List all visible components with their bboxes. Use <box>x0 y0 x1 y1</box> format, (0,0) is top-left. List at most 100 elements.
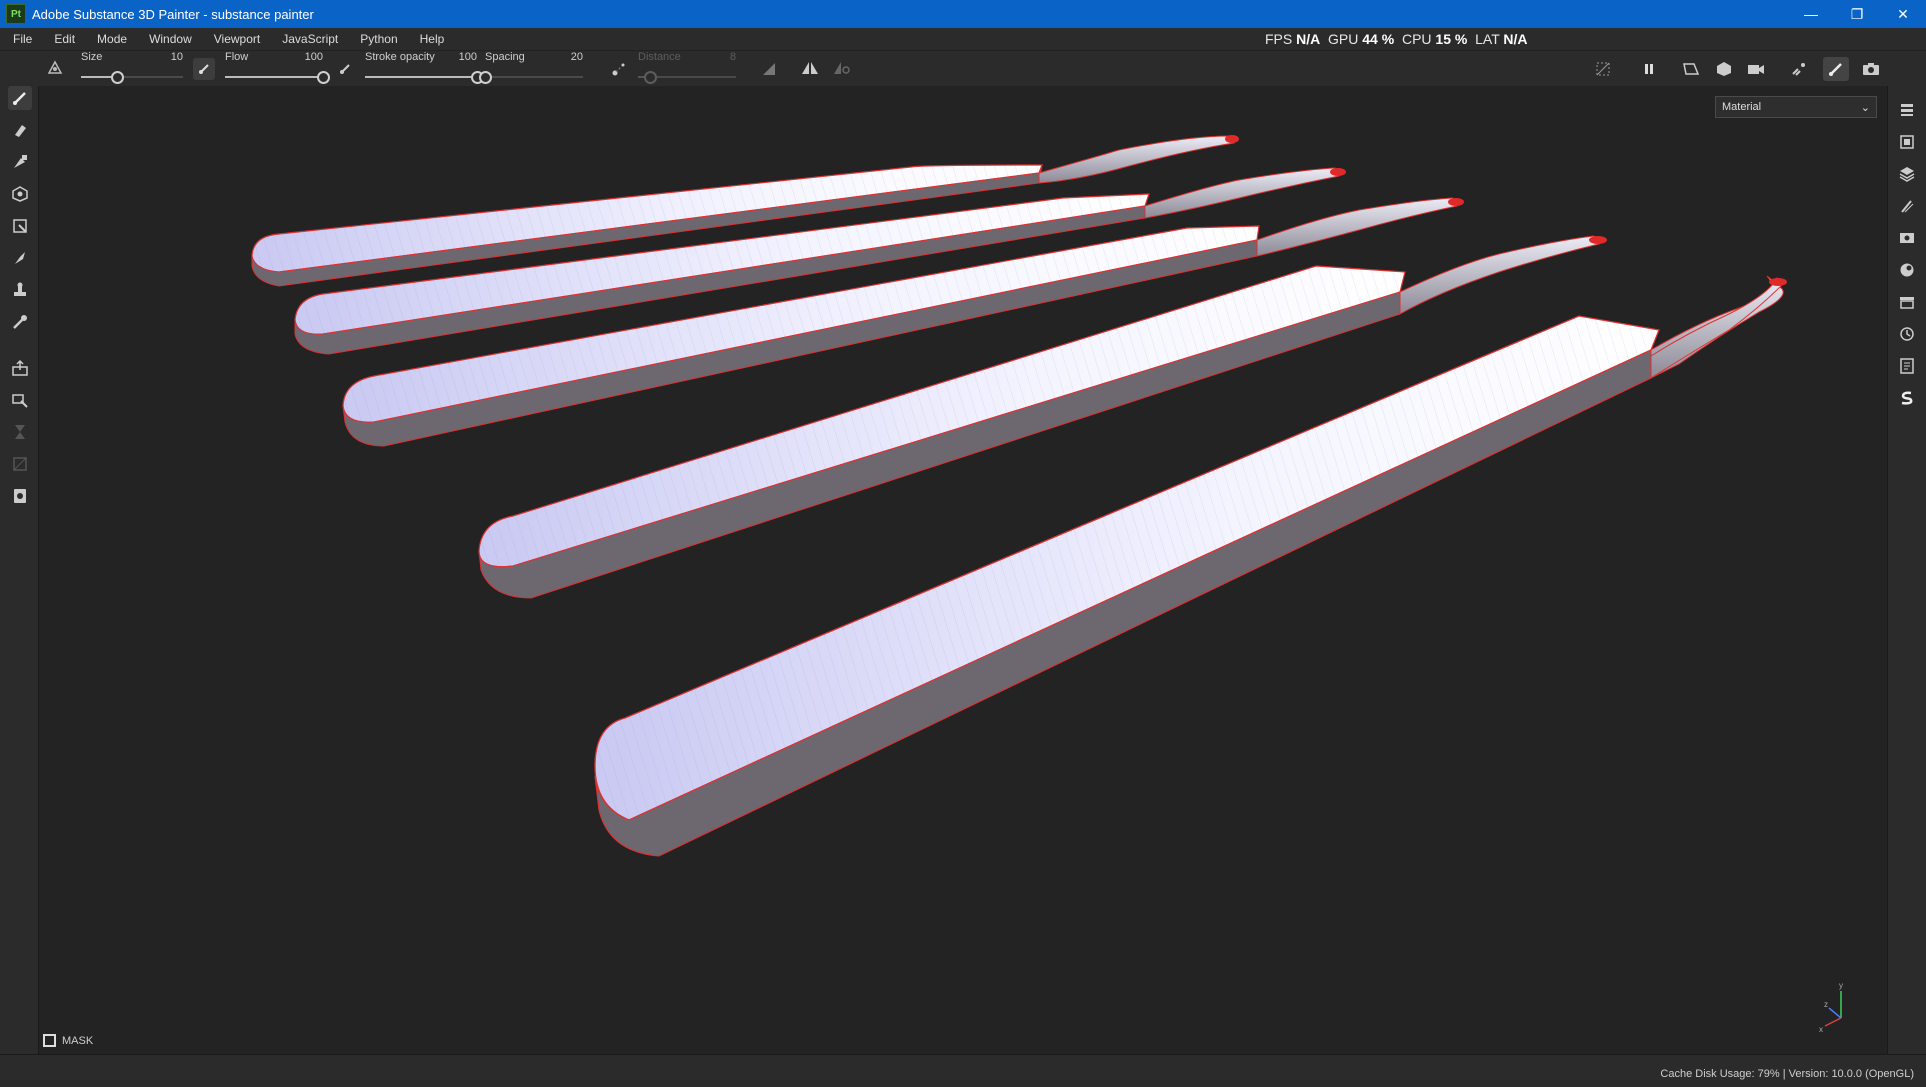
3d-viewport[interactable]: y x z Material ⌄ MASK <box>39 86 1887 1054</box>
distance-slider-handle <box>643 71 657 84</box>
geometry-fill-icon[interactable] <box>8 182 32 206</box>
layer-stack-icon[interactable] <box>1895 162 1919 186</box>
menu-help[interactable]: Help <box>409 28 456 50</box>
performance-readout: FPS N/A GPU 44 % CPU 15 % LAT N/A <box>1265 28 1528 50</box>
display-settings-icon[interactable] <box>1895 226 1919 250</box>
flow-slider-handle[interactable] <box>317 71 330 84</box>
fps-label: FPS <box>1265 31 1293 47</box>
color-picker-icon[interactable] <box>8 310 32 334</box>
distance-label: Distance <box>638 51 681 63</box>
viewport-channel-dropdown[interactable]: Material ⌄ <box>1715 96 1877 118</box>
properties-icon[interactable] <box>1895 194 1919 218</box>
disabled-tool-icon <box>8 452 32 476</box>
log-icon[interactable] <box>1895 354 1919 378</box>
mask-checkbox[interactable] <box>43 1034 56 1047</box>
screenshot-icon[interactable] <box>1860 58 1882 80</box>
restore-button[interactable]: ❐ <box>1834 0 1880 28</box>
menu-file[interactable]: File <box>0 28 43 50</box>
camera-icon[interactable] <box>1745 58 1767 80</box>
spacing-value: 20 <box>570 51 583 63</box>
tool-properties-bar: Size 10 Flow 100 Stroke opacity 100 Spac… <box>0 50 1926 88</box>
close-button[interactable]: ✕ <box>1880 0 1926 28</box>
version-label: Version: 10.0.0 (OpenGL) <box>1788 1068 1914 1080</box>
texture-set-icon[interactable] <box>1895 130 1919 154</box>
app-logo-icon: Pt <box>6 4 26 24</box>
2d-view-icon[interactable] <box>1680 58 1702 80</box>
size-slider[interactable]: Size 10 <box>81 51 183 87</box>
right-toolbar <box>1887 86 1926 1054</box>
menu-mode[interactable]: Mode <box>86 28 138 50</box>
flow-slider[interactable]: Flow 100 <box>225 51 330 87</box>
align-icon[interactable] <box>759 58 781 80</box>
menu-window[interactable]: Window <box>138 28 203 50</box>
substance-source-icon[interactable] <box>1895 386 1919 410</box>
cpu-label: CPU <box>1401 31 1432 47</box>
lat-label: LAT <box>1475 31 1500 47</box>
menu-bar: File Edit Mode Window Viewport JavaScrip… <box>0 28 1926 50</box>
stroke-opacity-slider[interactable]: Stroke opacity 100 <box>365 51 484 87</box>
gpu-value: 44 % <box>1362 31 1395 47</box>
shelf-icon[interactable] <box>1895 290 1919 314</box>
size-label: Size <box>81 51 103 63</box>
distance-value: 8 <box>729 51 736 63</box>
projection-icon[interactable] <box>8 150 32 174</box>
axis-y-label: y <box>1839 981 1843 990</box>
cpu-value: 15 % <box>1435 31 1468 47</box>
size-value: 10 <box>170 51 183 63</box>
menu-edit[interactable]: Edit <box>43 28 86 50</box>
pause-render-icon[interactable] <box>1638 58 1660 80</box>
shader-settings-icon[interactable] <box>1895 258 1919 282</box>
symmetry-icon[interactable] <box>799 57 821 79</box>
menu-javascript[interactable]: JavaScript <box>271 28 349 50</box>
symmetry-settings-icon[interactable] <box>831 57 853 79</box>
brush-preset-icon[interactable] <box>44 57 66 79</box>
baking-mode-icon[interactable] <box>1788 58 1810 80</box>
flow-label: Flow <box>225 51 249 63</box>
window-title: Adobe Substance 3D Painter - substance p… <box>32 6 314 22</box>
hourglass-icon <box>8 420 32 444</box>
viewport-canvas[interactable]: y x z <box>39 86 1887 1054</box>
flow-value: 100 <box>304 51 323 63</box>
size-slider-handle[interactable] <box>110 71 124 84</box>
smudge-icon[interactable] <box>8 246 32 270</box>
spacing-slider-handle[interactable] <box>479 71 492 84</box>
mask-toggle[interactable]: MASK <box>43 1034 93 1047</box>
gpu-label: GPU <box>1328 31 1359 47</box>
minimize-button[interactable]: — <box>1788 0 1834 28</box>
painting-mode-icon[interactable] <box>1823 57 1849 81</box>
stroke-pressure-toggle-icon[interactable] <box>334 58 356 80</box>
chevron-down-icon: ⌄ <box>1860 102 1870 114</box>
axis-gizmo: y x z <box>1819 981 1843 1034</box>
3d-view-icon[interactable] <box>1713 58 1735 80</box>
mask-label: MASK <box>62 1034 94 1047</box>
axis-z-label: z <box>1824 1000 1828 1009</box>
status-bar: Cache Disk Usage: 79% | Version: 10.0.0 … <box>0 1054 1926 1087</box>
history-icon[interactable] <box>1895 322 1919 346</box>
eraser-icon[interactable] <box>8 118 32 142</box>
layers-panel-icon[interactable] <box>1895 98 1919 122</box>
polygon-fill-icon[interactable] <box>8 214 32 238</box>
cache-value: 79% <box>1757 1068 1780 1080</box>
fps-value: N/A <box>1296 31 1321 47</box>
menu-viewport[interactable]: Viewport <box>203 28 271 50</box>
iray-render-icon[interactable] <box>8 484 32 508</box>
left-toolbar <box>0 86 39 1054</box>
flow-pressure-toggle-icon[interactable] <box>193 58 215 80</box>
hide-layers-icon[interactable] <box>1592 58 1614 80</box>
axis-x-label: x <box>1819 1025 1823 1034</box>
channel-value: Material <box>1722 101 1762 113</box>
material-picker-icon[interactable] <box>8 388 32 412</box>
lazy-mouse-icon[interactable] <box>608 58 630 80</box>
clone-icon[interactable] <box>8 278 32 302</box>
stroke-opacity-value: 100 <box>458 51 477 63</box>
status-separator: | <box>1782 1068 1786 1080</box>
bake-export-icon[interactable] <box>8 356 32 380</box>
title-bar: Pt Adobe Substance 3D Painter - substanc… <box>0 0 1926 28</box>
spacing-slider[interactable]: Spacing 20 <box>479 51 583 87</box>
spacing-label: Spacing <box>485 51 525 63</box>
status-info: Cache Disk Usage: 79% | Version: 10.0.0 … <box>1660 1068 1914 1080</box>
paint-brush-icon[interactable] <box>8 86 32 110</box>
cache-label: Cache Disk Usage: <box>1660 1068 1755 1080</box>
distance-slider: Distance 8 <box>638 51 736 87</box>
menu-python[interactable]: Python <box>349 28 408 50</box>
